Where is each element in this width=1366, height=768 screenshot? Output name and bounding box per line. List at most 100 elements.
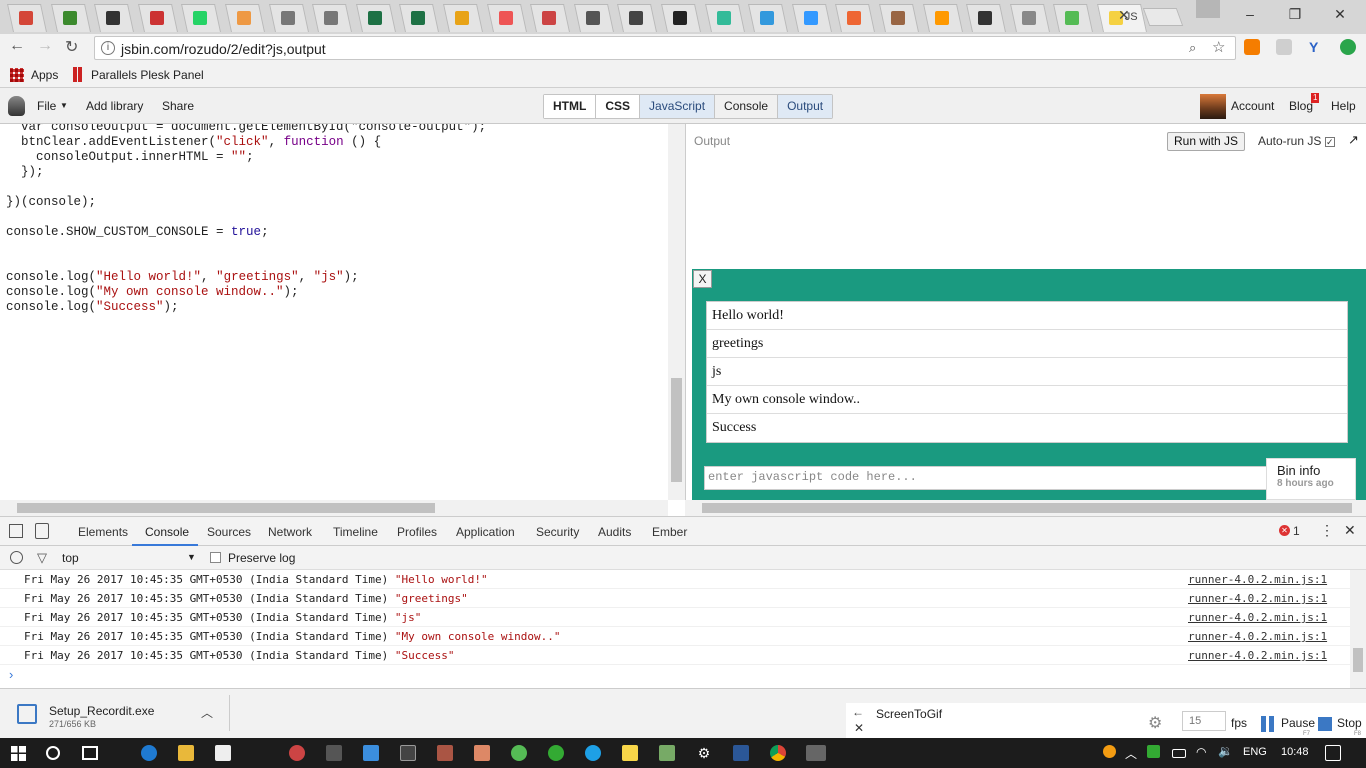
stop-icon[interactable] (1318, 717, 1332, 731)
console-scrollbar[interactable] (1350, 570, 1366, 688)
sticky-notes-icon[interactable] (622, 745, 638, 761)
language-indicator[interactable]: ENG (1243, 746, 1267, 758)
windows-start-icon[interactable] (11, 746, 26, 761)
browser-tab[interactable] (661, 4, 701, 32)
panel-css[interactable]: CSS (596, 95, 641, 118)
log-source-link[interactable]: runner-4.0.2.min.js:1 (1188, 627, 1327, 646)
app-icon[interactable] (548, 745, 564, 761)
autorun-label[interactable]: Auto-run JS ✓ (1258, 134, 1335, 148)
store-icon[interactable] (215, 745, 231, 761)
browser-tab[interactable] (1053, 4, 1094, 32)
browser-tab[interactable] (791, 4, 832, 32)
browser-tab[interactable] (748, 4, 789, 32)
clear-console-icon[interactable] (10, 551, 23, 564)
tab-sources[interactable]: Sources (207, 525, 251, 539)
forward-arrow-icon[interactable]: → (37, 37, 53, 55)
tab-ember[interactable]: Ember (652, 525, 687, 539)
stop-button[interactable]: Stop (1337, 716, 1362, 730)
app-icon[interactable] (659, 745, 675, 761)
wifi-icon[interactable]: ◠ (1196, 745, 1206, 759)
bookmark-star-icon[interactable]: ☆ (1212, 38, 1225, 56)
javascript-editor[interactable]: var consoleOutput = document.getElementB… (0, 124, 668, 500)
tab-application[interactable]: Application (456, 525, 515, 539)
panel-output[interactable]: Output (778, 95, 833, 118)
task-view-icon[interactable] (82, 746, 98, 760)
chrome-icon[interactable] (770, 745, 786, 761)
error-count[interactable]: 1 (1293, 524, 1300, 538)
zoom-icon[interactable]: ⌕ (1189, 40, 1196, 56)
clock[interactable]: 10:48 (1281, 746, 1309, 758)
panel-console[interactable]: Console (715, 95, 779, 118)
browser-tab[interactable] (704, 4, 745, 32)
browser-tab[interactable] (530, 4, 571, 32)
tab-console[interactable]: Console (145, 525, 189, 539)
scroll-thumb[interactable] (702, 503, 1352, 513)
bin-info-panel[interactable]: Bin info 8 hours ago (1266, 458, 1356, 500)
pause-icon[interactable] (1261, 716, 1266, 732)
log-source-link[interactable]: runner-4.0.2.min.js:1 (1188, 589, 1327, 608)
panel-javascript[interactable]: JavaScript (640, 95, 716, 118)
download-filename[interactable]: Setup_Recordit.exe (49, 704, 154, 718)
file-dropdown-icon[interactable]: ▼ (60, 101, 68, 110)
y-extension-icon[interactable]: Y (1309, 39, 1325, 55)
browser-tab[interactable] (922, 4, 963, 32)
autorun-checkbox[interactable]: ✓ (1324, 137, 1335, 147)
skype-icon[interactable] (585, 745, 601, 761)
browser-tab[interactable] (399, 4, 440, 32)
error-icon[interactable]: ✕ (1279, 525, 1290, 536)
close-icon[interactable]: ✕ (854, 721, 864, 735)
browser-tab[interactable] (355, 4, 396, 32)
update-icon[interactable] (1340, 39, 1356, 55)
console-prompt-icon[interactable]: › (9, 667, 13, 682)
fps-input[interactable]: 15 (1182, 711, 1226, 731)
browser-tab[interactable] (94, 4, 135, 32)
jsbin-logo-icon[interactable] (8, 96, 25, 116)
context-select[interactable]: top (62, 551, 79, 565)
file-explorer-icon[interactable] (178, 745, 194, 761)
tray-app-icon[interactable] (1147, 745, 1160, 758)
address-bar[interactable]: i jsbin.com/rozudo/2/edit?js,output ⌕ ☆ (94, 36, 1236, 60)
browser-tab[interactable] (966, 4, 1007, 32)
tab-security[interactable]: Security (536, 525, 579, 539)
add-library-button[interactable]: Add library (86, 99, 143, 113)
edge-icon[interactable] (141, 745, 157, 761)
settings-gear-icon[interactable]: ⚙ (1148, 713, 1162, 733)
browser-tab[interactable] (7, 4, 47, 32)
browser-tab[interactable] (1009, 4, 1050, 32)
profile-avatar-icon[interactable] (1196, 0, 1220, 18)
browser-tab[interactable] (835, 4, 876, 32)
apps-grid-icon[interactable] (10, 68, 24, 82)
download-chevron-icon[interactable]: ︿ (201, 704, 213, 721)
back-arrow-icon[interactable]: ← (852, 705, 864, 719)
log-source-link[interactable]: runner-4.0.2.min.js:1 (1188, 608, 1327, 627)
panel-html[interactable]: HTML (544, 95, 597, 118)
plesk-bookmark[interactable]: Parallels Plesk Panel (91, 68, 204, 82)
volume-icon[interactable]: 🔉 (1218, 744, 1233, 758)
scroll-thumb[interactable] (17, 503, 435, 513)
app-icon[interactable] (733, 745, 749, 761)
app-icon[interactable] (474, 745, 490, 761)
app-icon[interactable] (400, 745, 416, 761)
preserve-log-checkbox[interactable] (210, 552, 221, 563)
tab-elements[interactable]: Elements (78, 525, 128, 539)
tray-app-icon[interactable] (1103, 745, 1116, 758)
browser-tab[interactable] (617, 4, 658, 32)
app-icon[interactable] (511, 745, 527, 761)
run-with-js-button[interactable]: Run with JS (1167, 132, 1246, 151)
browser-tab[interactable] (268, 4, 309, 32)
tab-audits[interactable]: Audits (598, 525, 631, 539)
devtools-close-icon[interactable]: ✕ (1344, 522, 1356, 539)
avatar[interactable] (1200, 94, 1226, 119)
new-tab-button[interactable] (1142, 8, 1184, 26)
tab-close-icon[interactable]: ✕ (1118, 7, 1130, 24)
minimize-button[interactable]: – (1230, 4, 1270, 26)
share-button[interactable]: Share (162, 99, 194, 113)
editor-horizontal-scrollbar[interactable] (0, 500, 668, 516)
file-menu[interactable]: File (37, 99, 56, 113)
output-horizontal-scrollbar[interactable] (685, 500, 1366, 516)
inspect-element-icon[interactable] (9, 524, 23, 538)
restore-button[interactable]: ❐ (1275, 4, 1315, 26)
apps-bookmark[interactable]: Apps (31, 68, 58, 82)
context-dropdown-icon[interactable]: ▼ (187, 552, 196, 562)
cortana-search-icon[interactable] (46, 746, 60, 760)
